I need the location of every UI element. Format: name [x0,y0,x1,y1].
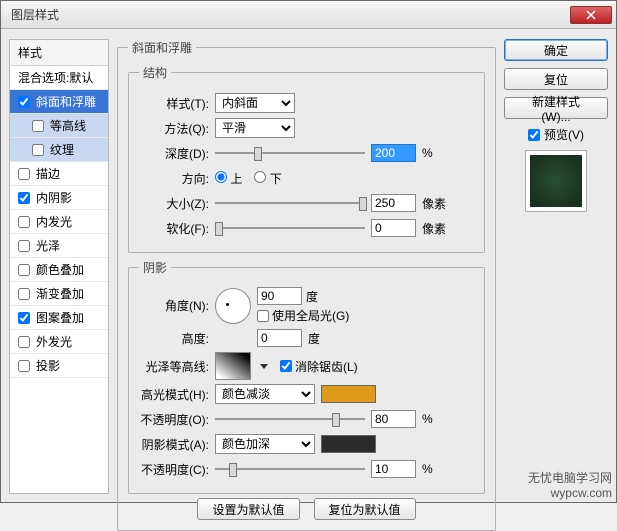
angle-input[interactable] [257,287,302,305]
bevel-legend: 斜面和浮雕 [128,39,196,56]
style-check-texture[interactable] [32,144,44,156]
highlight-opacity-unit: % [422,412,442,426]
style-item-inner-glow[interactable]: 内发光 [10,210,108,234]
style-check-inner-shadow[interactable] [18,192,30,204]
style-check-gradient-overlay[interactable] [18,288,30,300]
technique-select[interactable]: 平滑 [215,118,295,138]
size-label: 大小(Z): [139,195,209,212]
style-item-contour[interactable]: 等高线 [10,114,108,138]
angle-unit: 度 [306,288,326,305]
style-item-inner-shadow[interactable]: 内阴影 [10,186,108,210]
shadow-mode-label: 阴影模式(A): [139,436,209,453]
style-item-stroke[interactable]: 描边 [10,162,108,186]
shadow-mode-select[interactable]: 颜色加深 [215,434,315,454]
shadow-opacity-slider[interactable] [215,460,365,478]
style-check-pattern-overlay[interactable] [18,312,30,324]
antialias-check[interactable]: 消除锯齿(L) [280,358,358,375]
style-item-drop-shadow[interactable]: 投影 [10,354,108,378]
style-label: 样式(T): [139,95,209,112]
highlight-opacity-slider[interactable] [215,410,365,428]
preview-toggle[interactable]: 预览(V) [504,126,608,143]
highlight-opacity-label: 不透明度(O): [139,411,209,428]
technique-label: 方法(Q): [139,120,209,137]
soften-label: 软化(F): [139,220,209,237]
style-check-satin[interactable] [18,240,30,252]
depth-slider[interactable] [215,144,365,162]
altitude-unit: 度 [308,330,328,347]
angle-label: 角度(N): [139,297,209,314]
size-slider[interactable] [215,194,365,212]
close-button[interactable] [570,6,612,24]
size-input[interactable] [371,194,416,212]
style-check-stroke[interactable] [18,168,30,180]
style-check-outer-glow[interactable] [18,336,30,348]
style-item-pattern-overlay[interactable]: 图案叠加 [10,306,108,330]
global-light-check[interactable]: 使用全局光(G) [257,307,349,324]
style-item-bevel[interactable]: 斜面和浮雕 [10,90,108,114]
style-item-satin[interactable]: 光泽 [10,234,108,258]
shadow-opacity-label: 不透明度(C): [139,461,209,478]
gloss-contour-label: 光泽等高线: [139,358,209,375]
soften-slider[interactable] [215,219,365,237]
preview-thumbnail [525,150,587,212]
styles-list: 样式 混合选项:默认 斜面和浮雕 等高线 纹理 描边 内阴影 内发光 光泽 颜色… [9,39,109,494]
style-item-outer-glow[interactable]: 外发光 [10,330,108,354]
altitude-input[interactable] [257,329,302,347]
blending-options-item[interactable]: 混合选项:默认 [10,66,108,90]
style-check-bevel[interactable] [18,96,30,108]
style-check-drop-shadow[interactable] [18,360,30,372]
reset-default-button[interactable]: 复位为默认值 [314,498,416,520]
window-title: 图层样式 [11,6,59,23]
style-check-color-overlay[interactable] [18,264,30,276]
style-item-gradient-overlay[interactable]: 渐变叠加 [10,282,108,306]
size-unit: 像素 [422,195,446,212]
altitude-label: 高度: [139,330,209,347]
new-style-button[interactable]: 新建样式(W)... [504,97,608,119]
settings-panel: 斜面和浮雕 结构 样式(T): 内斜面 方法(Q): 平滑 深度(D): [117,39,496,494]
style-check-contour[interactable] [32,120,44,132]
shading-fieldset: 阴影 角度(N): 度 使用全局光(G) 高度: [128,259,485,494]
close-icon [586,10,596,20]
shading-legend: 阴影 [139,259,171,276]
shadow-color-swatch[interactable] [321,435,376,453]
preview-image [530,155,582,207]
structure-legend: 结构 [139,64,171,81]
cancel-button[interactable]: 复位 [504,68,608,90]
preview-checkbox[interactable] [528,129,540,141]
style-check-inner-glow[interactable] [18,216,30,228]
angle-dial[interactable] [215,288,251,324]
shadow-opacity-unit: % [422,462,442,476]
highlight-opacity-input[interactable] [371,410,416,428]
highlight-color-swatch[interactable] [321,385,376,403]
direction-down[interactable]: 下 [254,170,281,187]
styles-header: 样式 [10,40,108,66]
bevel-fieldset: 斜面和浮雕 结构 样式(T): 内斜面 方法(Q): 平滑 深度(D): [117,39,496,531]
ok-button[interactable]: 确定 [504,39,608,61]
chevron-down-icon[interactable] [260,364,268,369]
depth-unit: % [422,146,442,160]
action-column: 确定 复位 新建样式(W)... 预览(V) [504,39,608,494]
dialog-body: 样式 混合选项:默认 斜面和浮雕 等高线 纹理 描边 内阴影 内发光 光泽 颜色… [1,29,616,502]
style-select[interactable]: 内斜面 [215,93,295,113]
gloss-contour-picker[interactable] [215,352,251,380]
titlebar: 图层样式 [1,1,616,29]
layer-style-dialog: 图层样式 样式 混合选项:默认 斜面和浮雕 等高线 纹理 描边 内阴影 内发光 … [0,0,617,503]
direction-up[interactable]: 上 [215,170,242,187]
depth-label: 深度(D): [139,145,209,162]
highlight-mode-select[interactable]: 颜色减淡 [215,384,315,404]
make-default-button[interactable]: 设置为默认值 [197,498,299,520]
shadow-opacity-input[interactable] [371,460,416,478]
depth-input[interactable] [371,144,416,162]
highlight-mode-label: 高光模式(H): [139,386,209,403]
direction-label: 方向: [139,170,209,187]
structure-fieldset: 结构 样式(T): 内斜面 方法(Q): 平滑 深度(D): % [128,64,485,253]
style-item-color-overlay[interactable]: 颜色叠加 [10,258,108,282]
soften-input[interactable] [371,219,416,237]
soften-unit: 像素 [422,220,446,237]
style-item-texture[interactable]: 纹理 [10,138,108,162]
